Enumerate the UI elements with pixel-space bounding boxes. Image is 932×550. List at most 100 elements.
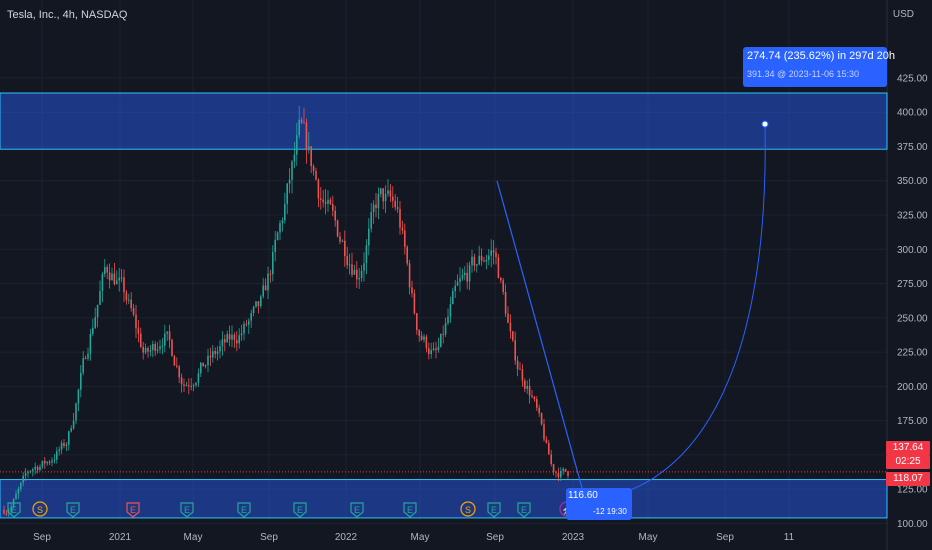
event-marker-letter: E [521, 505, 527, 515]
candle-body [344, 240, 346, 257]
candle-body [360, 270, 363, 279]
zones[interactable] [0, 92, 888, 519]
candle-body [370, 212, 372, 229]
candle-body [497, 257, 500, 279]
candle-body [200, 362, 202, 374]
y-tick-label: 175.00 [897, 416, 928, 427]
candle-body [224, 339, 226, 343]
candle-body [519, 368, 521, 370]
candle-body [140, 333, 142, 347]
candle-body [516, 360, 519, 369]
candle-body [329, 199, 332, 205]
projection-start-label[interactable]: 116.60 -12 19:30 [566, 488, 632, 520]
candle-body [298, 119, 300, 136]
x-axis[interactable]: Sep 2021 May Sep 2022 May Sep 2023 May Sep 11 [33, 532, 795, 543]
candle-body [24, 473, 27, 477]
event-marker-letter: E [241, 505, 247, 515]
candle-body [296, 135, 298, 155]
candle-body [197, 373, 200, 383]
x-tick-label: Sep [716, 532, 734, 543]
candle-body [485, 259, 488, 262]
candle-body [46, 462, 48, 464]
candle-body [348, 264, 351, 266]
measure-label[interactable]: 274.74 (235.62%) in 297d 20h 391.34 @ 20… [743, 47, 895, 87]
candle-body [291, 161, 293, 180]
candle-body [432, 348, 435, 351]
candle-body [303, 122, 305, 124]
candle-body [466, 272, 468, 282]
candle-body [473, 256, 476, 266]
candle-body [53, 459, 56, 461]
candle-body [428, 348, 430, 355]
candle-body [22, 476, 24, 483]
candle-body [68, 431, 70, 445]
x-tick-label: May [184, 532, 203, 543]
candle-body [454, 285, 456, 292]
candle-body [382, 188, 384, 202]
x-tick-label: May [411, 532, 430, 543]
candle-body [60, 442, 63, 450]
candle-body [380, 188, 382, 195]
candle-body [15, 493, 17, 500]
candle-body [507, 313, 509, 323]
candle-body [3, 509, 5, 514]
candle-body [408, 263, 411, 288]
candle-body [437, 346, 440, 351]
candle-body [276, 232, 279, 240]
candle-body [41, 460, 44, 467]
candle-body [416, 313, 418, 331]
candle-body [387, 190, 389, 194]
candle-body [536, 399, 538, 408]
candle-body [459, 278, 461, 283]
y-tick-label: 425.00 [897, 73, 928, 84]
candle-body [231, 334, 233, 340]
candle-body [252, 306, 255, 314]
candle-body [392, 196, 394, 201]
candle-body [161, 345, 164, 347]
candle-body [372, 204, 375, 213]
candle-body [423, 336, 425, 340]
candle-body [183, 384, 185, 386]
candle-body [58, 449, 60, 452]
candle-body [300, 119, 303, 123]
event-marker-letter: E [407, 505, 413, 515]
y-tick-label: 275.00 [897, 279, 928, 290]
candle-body [267, 273, 269, 291]
candle-body [545, 439, 548, 443]
candle-body [464, 272, 466, 276]
candle-body [358, 278, 360, 280]
candle-body [514, 340, 516, 361]
candle-body [375, 204, 377, 209]
candle-body [233, 334, 236, 341]
y-tick-label: 125.00 [897, 485, 928, 496]
candle-body [111, 273, 113, 281]
candle-body [480, 255, 483, 261]
candle-body [44, 460, 46, 464]
candle-body [336, 220, 339, 237]
candle-body [528, 385, 531, 396]
candle-body [293, 154, 296, 162]
event-marker-letter: E [297, 505, 303, 515]
last-price-tag: 137.64 [886, 441, 930, 455]
candle-body [353, 269, 356, 275]
chart-title: Tesla, Inc., 4h, NASDAQ [7, 9, 128, 21]
candle-body [399, 208, 401, 228]
candle-body [365, 245, 368, 264]
candle-body [548, 442, 550, 455]
candle-body [442, 333, 444, 335]
measure-target: 391.34 @ 2023-11-06 15:30 [747, 69, 860, 79]
candle-body [315, 170, 317, 180]
candle-body [444, 323, 447, 335]
candle-body [279, 223, 281, 233]
candle-body [286, 183, 288, 205]
candle-body [562, 468, 564, 472]
candle-body [159, 346, 161, 350]
candle-body [531, 395, 533, 397]
trendline [496, 180, 586, 499]
candle-body [272, 251, 274, 274]
candle-body [221, 339, 224, 347]
candle-body [320, 198, 322, 200]
candle-body [543, 424, 545, 440]
candle-body [322, 199, 324, 203]
candle-body [452, 291, 454, 305]
